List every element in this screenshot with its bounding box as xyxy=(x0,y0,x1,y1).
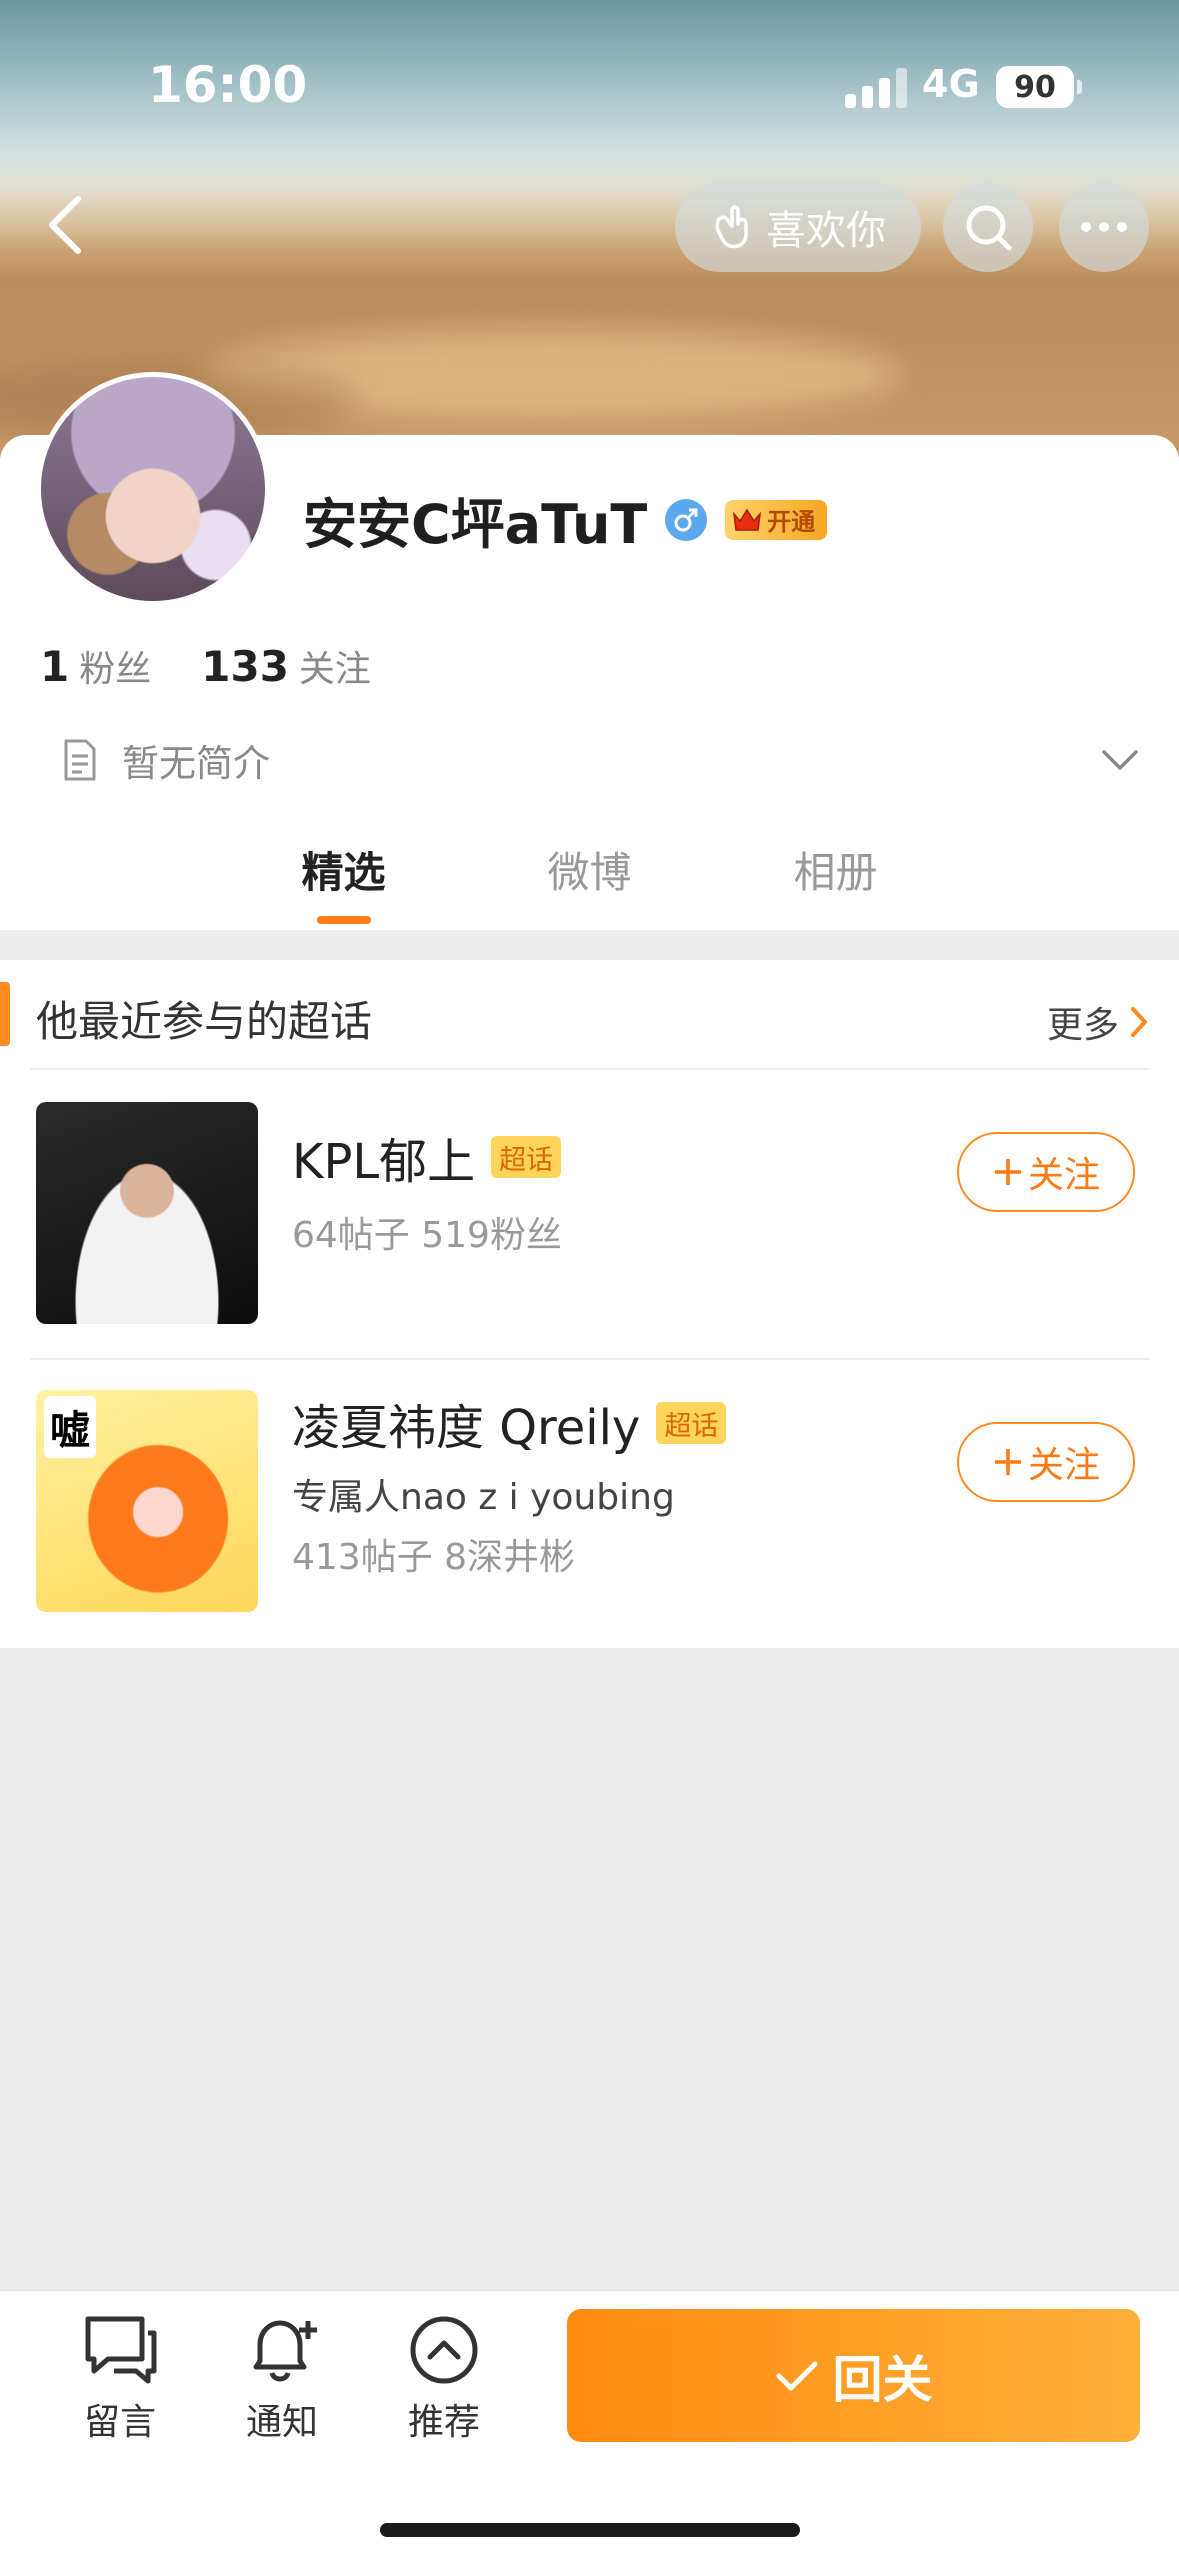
battery-indicator: 90 xyxy=(996,66,1082,108)
status-bar: 16:00 4G 90 xyxy=(0,0,1179,170)
vip-open-label: 开通 xyxy=(767,508,816,536)
tab-featured[interactable]: 精选 xyxy=(221,825,467,930)
follow-label: 关注 xyxy=(1027,1445,1100,1486)
plus-icon xyxy=(994,1159,1021,1185)
document-icon xyxy=(64,739,96,781)
vip-open-badge[interactable]: 开通 xyxy=(725,499,828,540)
topic-info: 凌夏祎度 Qreily 超话 专属人nao z i youbing 413帖子 … xyxy=(292,1388,727,1580)
male-gender-icon xyxy=(665,498,708,541)
chevron-left-icon xyxy=(49,196,81,254)
tab-weibo[interactable]: 微博 xyxy=(467,825,713,930)
back-button[interactable] xyxy=(28,185,108,265)
message-button[interactable]: 留言 xyxy=(50,2313,190,2445)
recommend-button[interactable]: 推荐 xyxy=(374,2313,514,2445)
following-label[interactable]: 关注 xyxy=(299,640,371,692)
tab-album[interactable]: 相册 xyxy=(713,825,959,930)
hand-heart-icon xyxy=(715,205,748,249)
list-item[interactable]: KPL郁上 超话 64帖子 519粉丝 关注 xyxy=(0,1072,1179,1332)
topic-thumbnail: 嘘 xyxy=(36,1390,258,1612)
status-time: 16:00 xyxy=(148,56,308,114)
like-you-label: 喜欢你 xyxy=(766,208,886,254)
chevron-down-icon[interactable] xyxy=(1100,747,1140,773)
network-type: 4G xyxy=(922,62,980,106)
more-options-button[interactable] xyxy=(1059,182,1149,272)
topic-name: KPL郁上 xyxy=(292,1134,476,1190)
follow-back-button[interactable]: 回关 xyxy=(567,2309,1140,2442)
profile-tabs: 精选 微博 相册 xyxy=(0,825,1179,930)
followers-count[interactable]: 1 xyxy=(40,642,69,691)
bottom-action-bar: 留言 通知 推荐 回关 xyxy=(0,2290,1179,2556)
message-bubble-icon xyxy=(85,2316,157,2384)
message-label: 留言 xyxy=(83,2402,156,2443)
divider xyxy=(30,1068,1149,1070)
following-count[interactable]: 133 xyxy=(201,642,289,691)
topic-thumbnail xyxy=(36,1102,258,1324)
bio-row[interactable]: 暂无简介 xyxy=(60,730,1140,790)
topics-header: 他最近参与的超话 更多 xyxy=(0,960,1179,1068)
notify-label: 通知 xyxy=(245,2402,318,2443)
search-button[interactable] xyxy=(943,182,1033,272)
follow-label: 关注 xyxy=(1027,1155,1100,1196)
bell-plus-icon xyxy=(253,2320,317,2382)
recent-super-topics: 他最近参与的超话 更多 KPL郁上 超话 64帖子 519粉丝 关注 嘘 凌夏祎… xyxy=(0,960,1179,1648)
checkmark-icon xyxy=(776,2361,817,2390)
plus-icon xyxy=(994,1449,1021,1475)
search-icon xyxy=(966,205,1012,251)
tab-album-label: 相册 xyxy=(793,848,878,897)
chevron-up-circle-icon xyxy=(410,2316,478,2384)
topic-name: 凌夏祎度 Qreily xyxy=(292,1400,641,1456)
signal-icon xyxy=(845,68,907,108)
tab-weibo-label: 微博 xyxy=(547,848,632,897)
profile-stats: 1 粉丝 133 关注 xyxy=(40,640,421,692)
follow-button[interactable]: 关注 xyxy=(957,1422,1135,1502)
bio-text: 暂无简介 xyxy=(122,742,270,785)
super-topic-badge: 超话 xyxy=(656,1402,727,1444)
crown-icon xyxy=(733,508,762,531)
tab-featured-label: 精选 xyxy=(301,848,386,897)
home-indicator[interactable] xyxy=(380,2523,800,2537)
more-link[interactable]: 更多 xyxy=(1047,996,1149,1048)
topic-subtitle: 专属人nao z i youbing xyxy=(292,1477,675,1518)
more-label: 更多 xyxy=(1046,1005,1119,1046)
follow-button[interactable]: 关注 xyxy=(957,1132,1135,1212)
more-dots-icon xyxy=(1081,222,1127,232)
section-accent-bar xyxy=(0,982,10,1046)
username: 安安C坪aTuT xyxy=(303,493,648,556)
thumbnail-caption: 嘘 xyxy=(44,1396,96,1458)
follow-back-label: 回关 xyxy=(832,2350,933,2409)
topic-name-row: 凌夏祎度 Qreily 超话 xyxy=(292,1388,727,1458)
chevron-right-icon xyxy=(1131,1007,1147,1037)
topic-name-row: KPL郁上 超话 xyxy=(292,1122,562,1192)
topic-info: KPL郁上 超话 64帖子 519粉丝 xyxy=(292,1122,562,1258)
topic-meta: 413帖子 8深井彬 xyxy=(292,1537,576,1578)
avatar[interactable] xyxy=(36,372,270,606)
super-topic-badge: 超话 xyxy=(491,1136,562,1178)
name-row: 安安C坪aTuT 开通 xyxy=(303,480,828,559)
like-you-button[interactable]: 喜欢你 xyxy=(675,182,921,272)
active-tab-indicator xyxy=(316,916,371,924)
notify-button[interactable]: 通知 xyxy=(212,2313,352,2445)
section-title: 他最近参与的超话 xyxy=(36,997,373,1046)
recommend-label: 推荐 xyxy=(407,2402,480,2443)
topic-meta: 64帖子 519粉丝 xyxy=(292,1215,562,1256)
battery-level: 90 xyxy=(1014,69,1056,105)
list-item[interactable]: 嘘 凌夏祎度 Qreily 超话 专属人nao z i youbing 413帖… xyxy=(0,1360,1179,1620)
followers-label[interactable]: 粉丝 xyxy=(79,640,151,692)
